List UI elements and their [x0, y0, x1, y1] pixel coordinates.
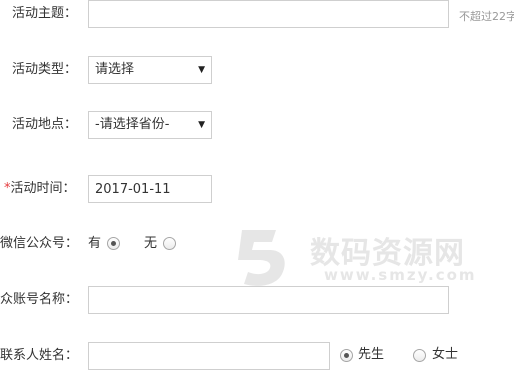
location-label: 活动地点：: [12, 117, 78, 132]
type-label: 活动类型：: [12, 62, 78, 77]
topic-label: 活动主题：: [12, 6, 78, 21]
province-select[interactable]: -请选择省份- ▼: [88, 111, 212, 139]
wechat-no-radio[interactable]: [163, 237, 176, 250]
contact-name-input[interactable]: [88, 342, 330, 370]
chevron-down-icon: ▼: [198, 120, 205, 130]
watermark-title: 数码资源网: [310, 236, 465, 271]
date-input[interactable]: [88, 175, 212, 203]
wechat-yes-radio[interactable]: [107, 237, 120, 250]
type-select[interactable]: 请选择 ▼: [88, 56, 212, 84]
province-selected-value: -请选择省份-: [95, 117, 170, 132]
time-label: *活动时间：: [4, 181, 76, 197]
wechat-label: 微信公众号：: [0, 236, 79, 251]
contact-name-label: 联系人姓名：: [0, 348, 79, 363]
gender-female-radio[interactable]: [413, 349, 426, 362]
topic-input[interactable]: [88, 0, 449, 28]
site-logo-watermark: 数码资源网 www.smzy.com: [228, 222, 488, 292]
type-selected-value: 请选择: [95, 62, 135, 77]
watermark-url: www.smzy.com: [324, 266, 477, 284]
chevron-down-icon: ▼: [198, 65, 205, 75]
account-name-label: 众账号名称：: [0, 292, 79, 307]
wechat-no-label: 无: [144, 236, 158, 251]
time-label-text: 活动时间：: [10, 181, 76, 196]
wechat-yes-label: 有: [88, 236, 102, 251]
watermark-logo-icon: [238, 230, 285, 286]
account-name-input[interactable]: [88, 286, 449, 314]
topic-hint: 不超过22字: [459, 10, 514, 23]
gender-male-label: 先生: [358, 347, 385, 362]
gender-male-radio[interactable]: [340, 349, 353, 362]
activity-form: 活动主题： 不超过22字 活动类型： 请选择 ▼ 活动地点： -请选择省份- ▼…: [0, 0, 514, 390]
gender-female-label: 女士: [432, 347, 459, 362]
